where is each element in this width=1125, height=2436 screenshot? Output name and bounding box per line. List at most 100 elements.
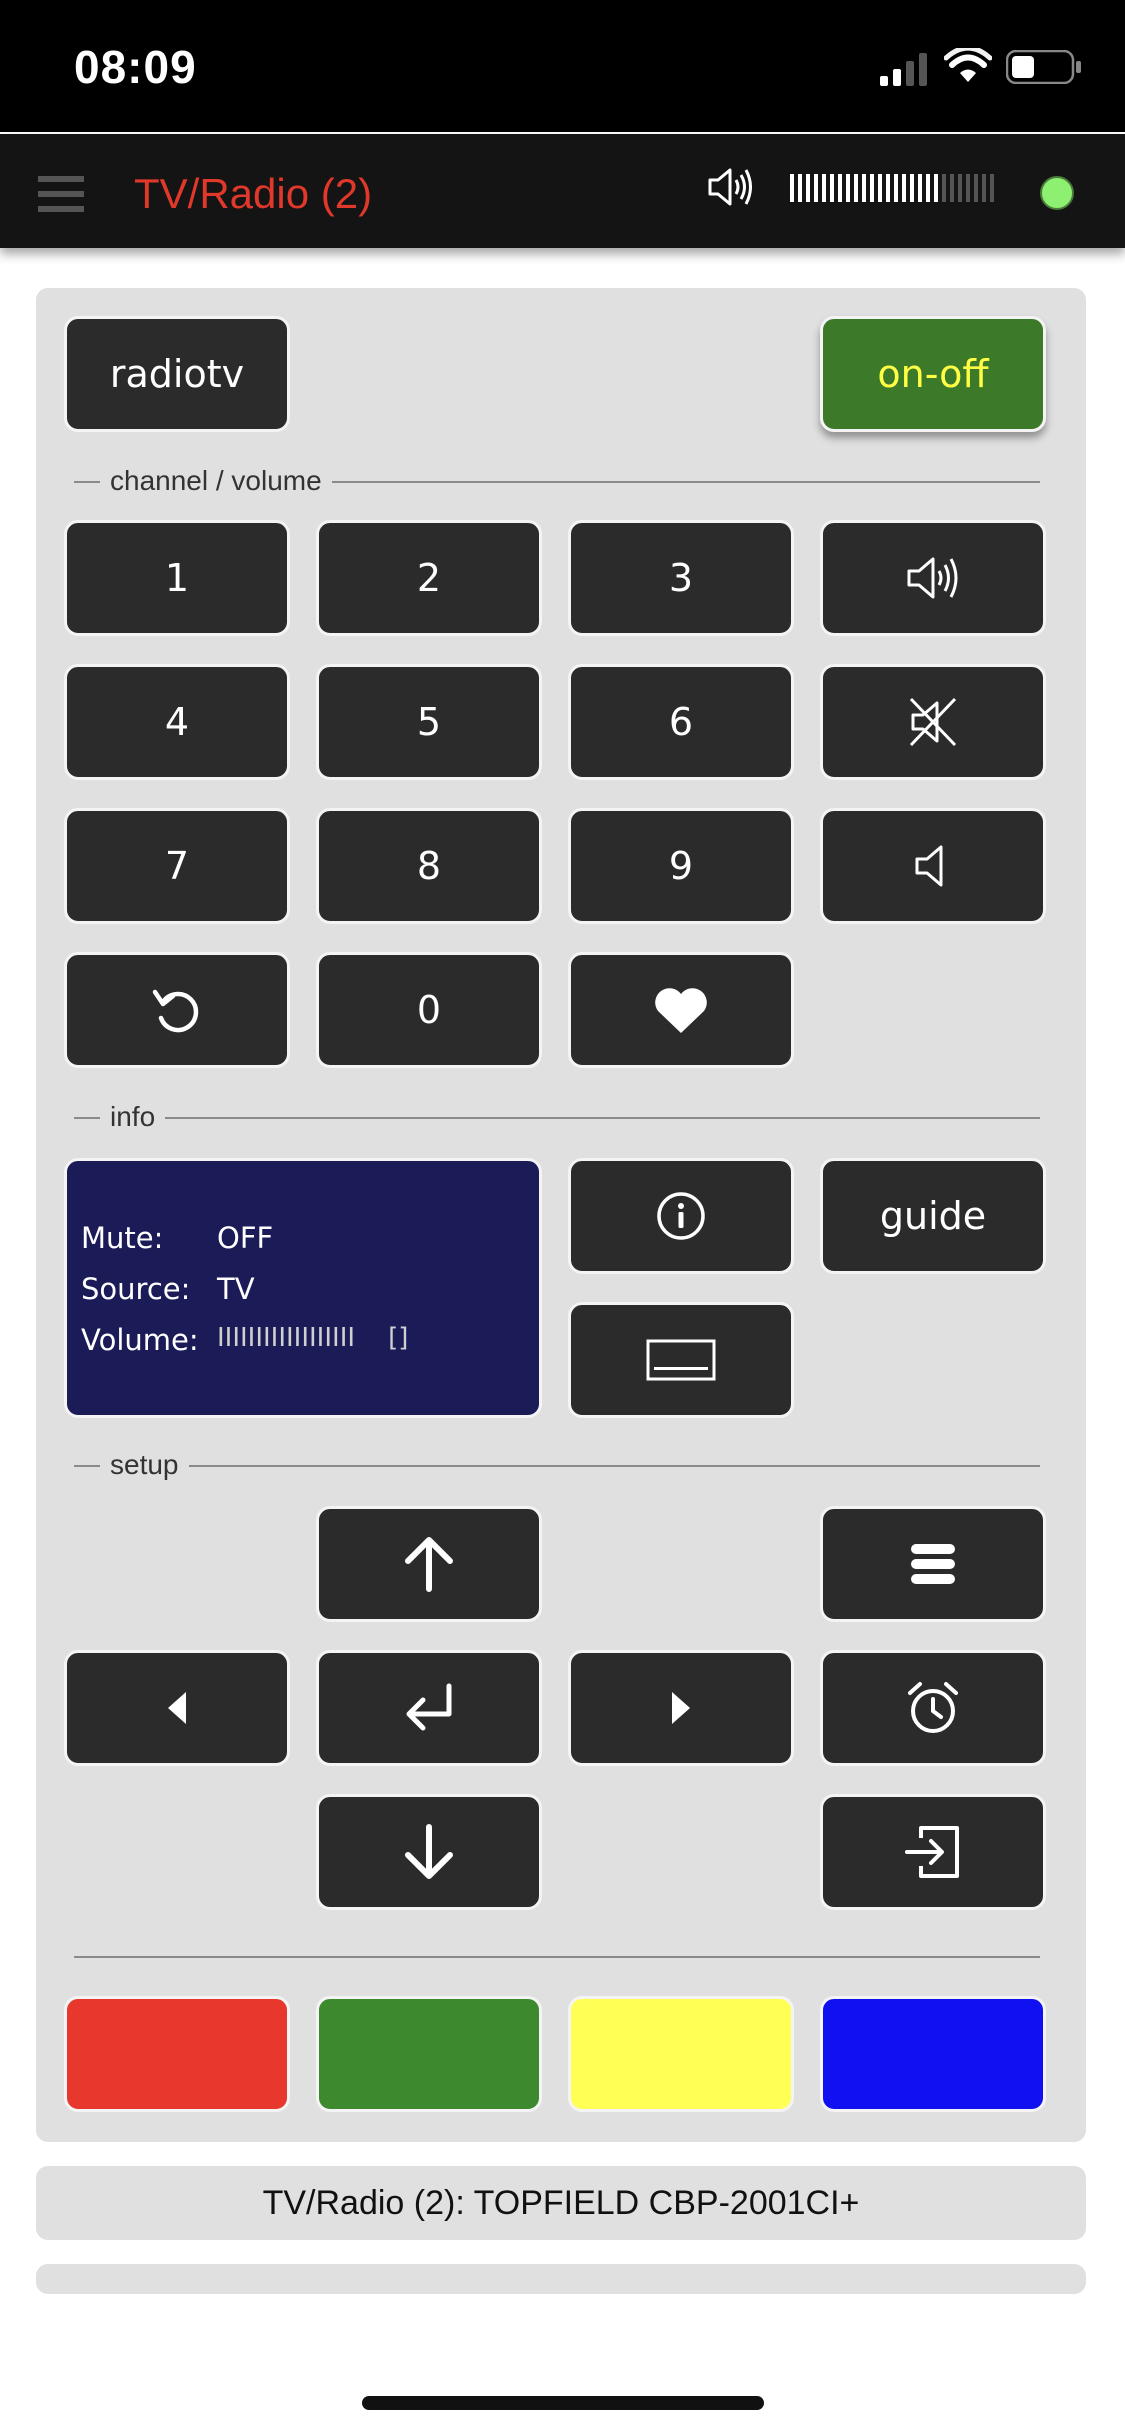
key-7-button[interactable]: 7 xyxy=(64,808,290,924)
exit-button[interactable] xyxy=(820,1794,1046,1910)
volume-segment xyxy=(886,174,890,202)
volume-segment xyxy=(822,174,826,202)
volume-segment xyxy=(814,174,818,202)
volume-up-icon xyxy=(905,553,961,603)
volume-segment xyxy=(862,174,866,202)
key-1-button[interactable]: 1 xyxy=(64,520,290,636)
yellow-button[interactable] xyxy=(568,1996,794,2112)
radiotv-button[interactable]: radiotv xyxy=(64,316,290,432)
volume-level-bar xyxy=(790,174,994,210)
connection-status-indicator xyxy=(1040,176,1074,210)
clock: 08:09 xyxy=(74,41,197,93)
app-header: TV/Radio (2) xyxy=(0,134,1125,248)
red-button[interactable] xyxy=(64,1996,290,2112)
volume-segment xyxy=(894,174,898,202)
arrow-up-icon xyxy=(402,1535,456,1593)
volume-segment xyxy=(854,174,858,202)
key-8-button[interactable]: 8 xyxy=(316,808,542,924)
volume-segment xyxy=(902,174,906,202)
volume-segment xyxy=(790,174,794,202)
arrow-left-button[interactable] xyxy=(64,1650,290,1766)
replay-button[interactable] xyxy=(64,952,290,1068)
page-title: TV/Radio (2) xyxy=(134,170,373,217)
key-5-button[interactable]: 5 xyxy=(316,664,542,780)
volume-segment xyxy=(806,174,810,202)
menu-icon[interactable] xyxy=(38,174,84,219)
info-button[interactable] xyxy=(568,1158,794,1274)
arrow-right-icon xyxy=(668,1690,694,1726)
key-6-button[interactable]: 6 xyxy=(568,664,794,780)
key-3-button[interactable]: 3 xyxy=(568,520,794,636)
volume-up-icon[interactable] xyxy=(706,164,752,215)
section-label: info xyxy=(100,1102,166,1132)
alarm-icon xyxy=(904,1679,962,1737)
favorite-button[interactable] xyxy=(568,952,794,1068)
section-channel-volume: channel / volume xyxy=(74,466,1040,496)
info-row-source: Source: TV xyxy=(81,1272,255,1312)
arrow-up-button[interactable] xyxy=(316,1506,542,1622)
key-label: 9 xyxy=(668,844,694,888)
info-icon xyxy=(654,1189,708,1243)
info-display: Mute: OFF Source: TV Volume: IIIIIIIIIII… xyxy=(64,1158,542,1418)
volume-down-icon xyxy=(913,841,953,891)
home-indicator[interactable] xyxy=(362,2396,764,2410)
signal-icon xyxy=(880,52,930,91)
heart-icon xyxy=(652,985,710,1035)
arrow-left-icon xyxy=(164,1690,190,1726)
volume-segment xyxy=(838,174,842,202)
arrow-down-button[interactable] xyxy=(316,1794,542,1910)
volume-segment xyxy=(870,174,874,202)
timer-button[interactable] xyxy=(820,1650,1046,1766)
enter-icon xyxy=(399,1682,459,1734)
volume-up-button[interactable] xyxy=(820,520,1046,636)
volume-segment xyxy=(934,174,938,202)
divider xyxy=(74,1956,1040,1958)
subtitle-icon xyxy=(646,1339,716,1381)
volume-segment xyxy=(942,174,946,202)
key-label: 4 xyxy=(164,700,190,744)
guide-label: guide xyxy=(879,1194,987,1238)
status-bar: 08:09 xyxy=(0,0,1125,132)
subtitle-button[interactable] xyxy=(568,1302,794,1418)
info-row-mute: Mute: OFF xyxy=(81,1221,273,1261)
source-value: TV xyxy=(217,1272,255,1306)
key-label: 8 xyxy=(416,844,442,888)
on-off-label: on-off xyxy=(877,352,989,396)
arrow-down-icon xyxy=(402,1823,456,1881)
info-row-volume: Volume: IIIIIIIIIIIIIIIIII [] xyxy=(81,1323,408,1363)
key-label: 0 xyxy=(416,988,442,1032)
key-0-button[interactable]: 0 xyxy=(316,952,542,1068)
source-label: Source: xyxy=(81,1272,191,1306)
device-name: TV/Radio (2): TOPFIELD CBP-2001CI+ xyxy=(262,2183,860,2222)
volume-value: IIIIIIIIIIIIIIIIII [] xyxy=(217,1323,409,1353)
enter-button[interactable] xyxy=(316,1650,542,1766)
mute-value: OFF xyxy=(217,1221,274,1255)
mute-icon xyxy=(905,695,961,749)
key-4-button[interactable]: 4 xyxy=(64,664,290,780)
menu-lines-icon xyxy=(909,1542,957,1586)
section-info: info xyxy=(74,1102,1040,1132)
volume-segment xyxy=(910,174,914,202)
green-button[interactable] xyxy=(316,1996,542,2112)
volume-segment xyxy=(958,174,962,202)
footer-bar xyxy=(36,2264,1086,2294)
blue-button[interactable] xyxy=(820,1996,1046,2112)
key-label: 7 xyxy=(164,844,190,888)
volume-down-button[interactable] xyxy=(820,808,1046,924)
volume-segment xyxy=(918,174,922,202)
key-2-button[interactable]: 2 xyxy=(316,520,542,636)
volume-segment xyxy=(798,174,802,202)
key-label: 2 xyxy=(416,556,442,600)
arrow-right-button[interactable] xyxy=(568,1650,794,1766)
battery-icon xyxy=(1005,49,1082,89)
menu-button[interactable] xyxy=(820,1506,1046,1622)
key-label: 6 xyxy=(668,700,694,744)
section-setup: setup xyxy=(74,1450,1040,1480)
key-9-button[interactable]: 9 xyxy=(568,808,794,924)
key-label: 5 xyxy=(416,700,442,744)
mute-button[interactable] xyxy=(820,664,1046,780)
guide-button[interactable]: guide xyxy=(820,1158,1046,1274)
exit-icon xyxy=(903,1824,963,1880)
volume-segment xyxy=(846,174,850,202)
on-off-button[interactable]: on-off xyxy=(820,316,1046,432)
